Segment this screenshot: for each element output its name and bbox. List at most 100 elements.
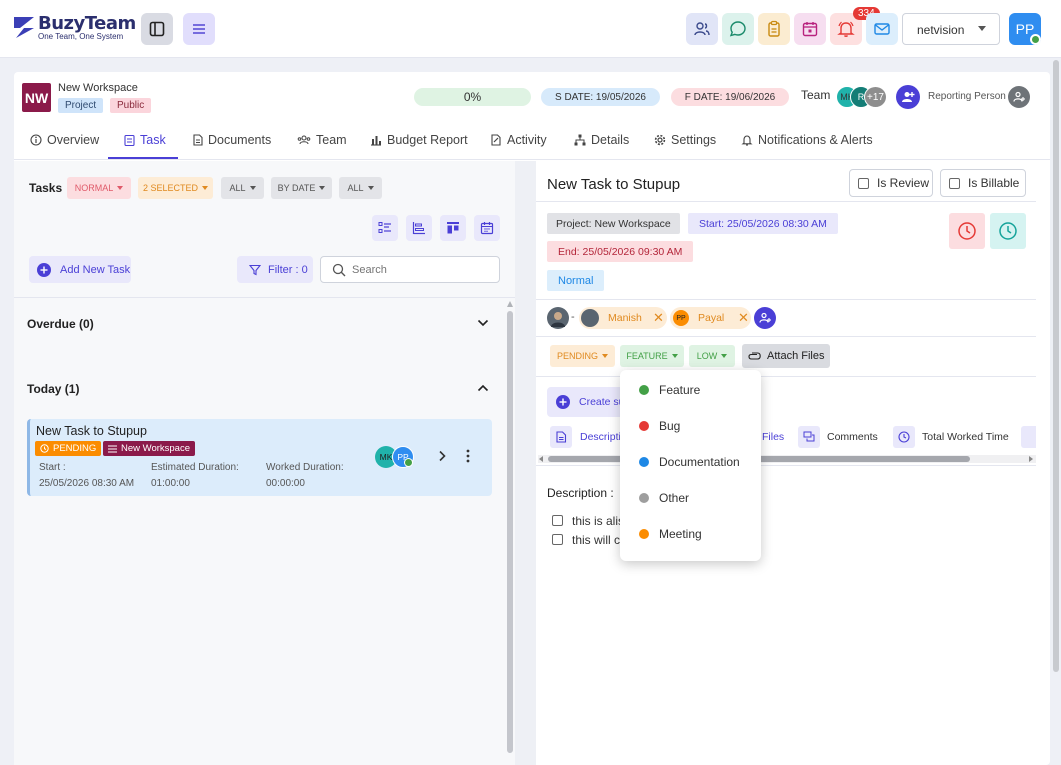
team-more-count[interactable]: +17 — [864, 86, 887, 108]
tab-total-worked-time[interactable]: Total Worked Time — [922, 431, 1009, 443]
tab-comments[interactable]: Comments — [827, 431, 878, 443]
attach-files-button[interactable]: Attach Files — [742, 344, 830, 368]
worked-time-tab-icon[interactable] — [893, 426, 915, 448]
task-type-dropdown[interactable]: FEATURE — [620, 345, 684, 367]
window-scrollbar[interactable] — [1053, 60, 1059, 672]
task-status-dropdown[interactable]: PENDING — [550, 345, 615, 367]
activity-edit-icon — [491, 134, 501, 146]
remove-assignee-icon[interactable]: ✕ — [738, 310, 749, 326]
remove-assignee-icon[interactable]: ✕ — [653, 310, 664, 326]
is-billable-checkbox[interactable] — [949, 177, 960, 189]
list-view-button[interactable] — [372, 215, 398, 241]
more-tab-icon[interactable] — [1021, 426, 1036, 448]
add-user-icon — [902, 92, 915, 102]
clipboard-button[interactable] — [758, 13, 790, 45]
scroll-right-arrow-icon[interactable] — [1029, 456, 1033, 462]
checklist-checkbox[interactable] — [552, 534, 563, 545]
kanban-icon — [447, 222, 459, 234]
users-button[interactable] — [686, 13, 718, 45]
tab-overview[interactable]: Overview — [30, 133, 99, 147]
search-box[interactable] — [320, 256, 500, 283]
gantt-view-button[interactable] — [406, 215, 432, 241]
tab-documents[interactable]: Documents — [193, 133, 271, 147]
tab-files[interactable]: Files — [762, 431, 784, 443]
chat-button[interactable] — [722, 13, 754, 45]
task-level-dropdown[interactable]: LOW — [689, 345, 735, 367]
calendar-button[interactable] — [794, 13, 826, 45]
start-timer-button[interactable] — [949, 213, 985, 249]
mail-button[interactable] — [866, 13, 898, 45]
chevron-down-icon[interactable] — [477, 319, 489, 327]
menu-item-label: Meeting — [659, 527, 702, 541]
avatar-initials: MK — [379, 452, 393, 462]
menu-item-other[interactable]: Other — [620, 484, 761, 512]
assignee-filter[interactable]: ALL — [339, 177, 382, 199]
bell-icon — [837, 21, 855, 37]
add-new-task-button[interactable]: Add New Task — [29, 256, 131, 283]
filter-button[interactable]: Filter : 0 — [237, 256, 313, 283]
top-bar: BuzyTeam One Team, One System 334 netvis… — [0, 0, 1061, 58]
tab-label: Team — [316, 133, 347, 147]
tag-project: Project — [58, 98, 104, 113]
description-tab-icon[interactable] — [550, 426, 572, 448]
list-view-icon — [378, 222, 391, 233]
is-billable-toggle[interactable]: Is Billable — [940, 169, 1026, 197]
comments-tab-icon[interactable] — [798, 426, 820, 448]
add-assignee-button[interactable] — [754, 307, 776, 329]
chevron-right-icon[interactable] — [438, 450, 446, 462]
is-review-checkbox[interactable] — [858, 177, 869, 189]
type-filter[interactable]: ALL — [221, 177, 264, 199]
menu-item-feature[interactable]: Feature — [620, 376, 761, 404]
sidebar-toggle-button[interactable] — [141, 13, 173, 45]
add-team-member-button[interactable] — [896, 85, 920, 109]
menu-item-bug[interactable]: Bug — [620, 412, 761, 440]
menu-item-documentation[interactable]: Documentation — [620, 448, 761, 476]
priority-filter[interactable]: NORMAL — [67, 177, 131, 199]
plus-circle-icon — [37, 262, 51, 277]
search-input[interactable] — [352, 262, 492, 278]
add-user-icon — [1013, 91, 1025, 102]
progress-value: 0% — [463, 90, 482, 104]
gantt-icon — [412, 222, 425, 235]
tab-label: Budget Report — [387, 133, 468, 147]
divider — [536, 336, 1036, 337]
task-list-scrollbar[interactable] — [507, 311, 513, 753]
date-filter[interactable]: BY DATE — [271, 177, 332, 199]
gear-icon — [654, 134, 666, 146]
caret-down-icon — [117, 186, 124, 190]
scroll-left-arrow-icon[interactable] — [539, 456, 543, 462]
calendar-view-button[interactable] — [474, 215, 500, 241]
is-review-toggle[interactable]: Is Review — [849, 169, 933, 197]
bell-alert-icon — [741, 135, 753, 146]
tab-description[interactable]: Descripti — [580, 431, 621, 443]
tab-notifications-alerts[interactable]: Notifications & Alerts — [741, 133, 873, 147]
tab-label: Notifications & Alerts — [758, 133, 873, 147]
app-title: BuzyTeam — [38, 13, 136, 34]
menu-item-meeting[interactable]: Meeting — [620, 520, 761, 548]
status-dot-icon — [639, 457, 649, 467]
status-dot-icon — [639, 385, 649, 395]
tab-budget-report[interactable]: Budget Report — [370, 133, 468, 147]
status-filter[interactable]: 2 SELECTED — [138, 177, 213, 199]
more-vertical-icon[interactable] — [465, 449, 471, 463]
menu-button[interactable] — [183, 13, 215, 45]
assignee-chip: PP Payal ✕ — [670, 307, 751, 329]
chevron-up-icon[interactable] — [477, 384, 489, 392]
checklist-checkbox[interactable] — [552, 515, 563, 526]
log-time-button[interactable] — [990, 213, 1026, 249]
clock-icon — [958, 222, 976, 240]
reporting-person-button[interactable] — [1008, 86, 1030, 108]
creator-avatar — [547, 307, 569, 329]
board-view-button[interactable] — [440, 215, 466, 241]
tab-team[interactable]: Team — [297, 133, 347, 147]
mail-icon — [874, 23, 890, 35]
task-detail-title: New Task to Stupup — [547, 176, 681, 193]
bar-chart-icon — [371, 136, 381, 146]
sitemap-icon — [574, 134, 586, 146]
tab-activity[interactable]: Activity — [491, 133, 547, 147]
tab-settings[interactable]: Settings — [654, 133, 716, 147]
tag-public: Public — [110, 98, 152, 113]
tab-task[interactable]: Task — [124, 133, 166, 147]
task-workspace-badge: New Workspace — [103, 441, 195, 456]
tab-details[interactable]: Details — [574, 133, 629, 147]
